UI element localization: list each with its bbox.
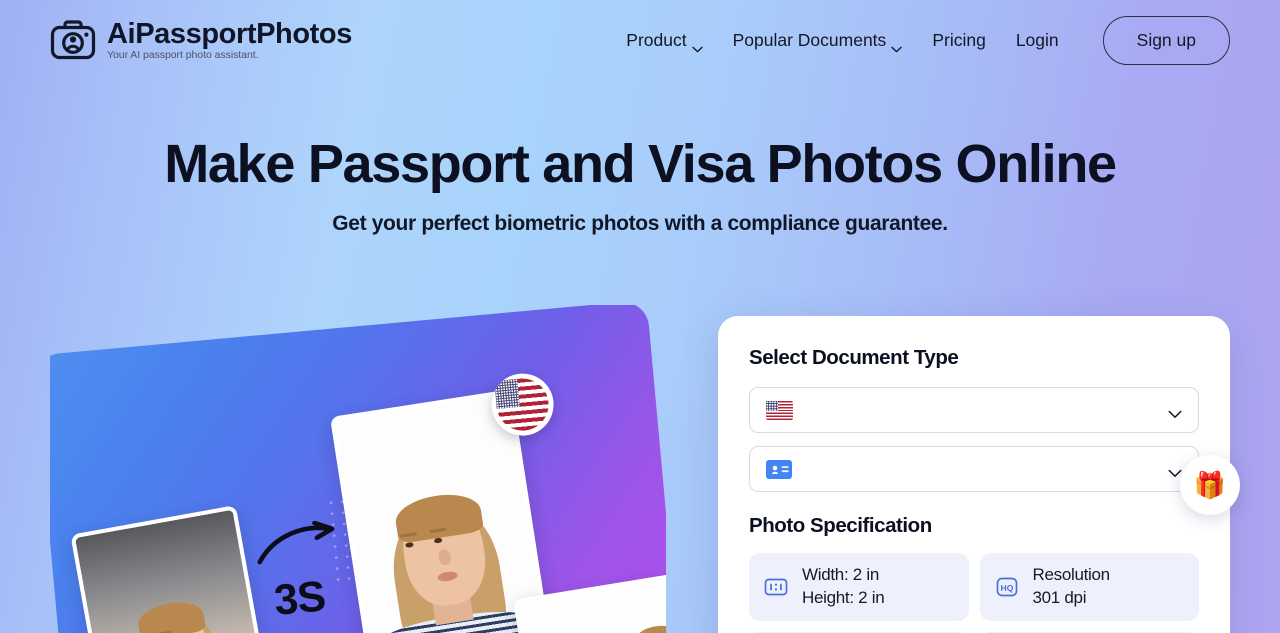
nav-item-product[interactable]: Product [626,29,703,52]
brand-logo[interactable]: AiPassportPhotos Your AI passport photo … [50,18,352,62]
nav-item-pricing[interactable]: Pricing [932,30,986,51]
spec-height-value: Height: 2 in [802,588,885,607]
camera-person-icon [50,18,96,62]
chevron-down-icon [1168,465,1182,477]
svg-text:HQ: HQ [1000,583,1013,593]
curved-arrow-icon [254,519,344,574]
nav-item-popular-documents[interactable]: Popular Documents [732,29,903,52]
main-nav: Product Popular Documents Pricing Login … [626,15,1230,65]
gift-icon[interactable]: 🎁 [1180,455,1240,515]
sign-up-button[interactable]: Sign up [1102,15,1230,65]
nav-label-popular-documents: Popular Documents [732,29,887,50]
spec-resolution-value: 301 dpi [1032,588,1087,607]
document-type-select[interactable] [749,446,1199,492]
brand-name: AiPassportPhotos [107,17,352,50]
nav-label-login: Login [1015,29,1059,50]
nav-label-product: Product [626,29,687,50]
hero-illustration: 3S [50,305,666,633]
spec-width-value: Width: 2 in [802,565,880,585]
country-select[interactable] [749,387,1199,433]
hq-icon: HQ [994,574,1020,600]
id-card-icon [766,459,792,479]
chevron-down-icon [691,37,703,52]
photo-collage: 3S [50,305,666,633]
site-header: AiPassportPhotos Your AI passport photo … [0,0,1280,80]
nav-item-login[interactable]: Login [1016,30,1059,51]
spec-dimensions-text: Width: 2 in Height: 2 in [802,564,885,610]
chevron-down-icon [891,37,903,52]
spec-card-dimensions: Width: 2 in Height: 2 in [749,553,969,621]
speed-label: 3S [272,572,327,625]
photo-specification-title: Photo Specification [749,514,932,537]
spec-resolution-label: Resolution [1032,565,1111,585]
nav-label-pricing: Pricing [932,29,986,50]
illustration-backdrop: 3S [50,305,666,633]
dimensions-icon [763,574,789,600]
us-flag-icon [766,400,793,420]
spec-card-resolution: HQ Resolution 301 dpi [979,553,1199,621]
page-title: Make Passport and Visa Photos Online [164,134,1117,194]
before-photo-card [70,505,275,633]
brand-tagline: Your AI passport photo assistant. [107,48,259,61]
hero-subtitle: Get your perfect biometric photos with a… [332,212,948,236]
spec-resolution-text: Resolution 301 dpi [1032,564,1111,610]
hero-section: Make Passport and Visa Photos Online Get… [0,133,1280,236]
document-selector-card: Select Document Type Photo Specification [718,316,1230,633]
photo-specification-grid: Width: 2 in Height: 2 in HQ Resolution 3… [749,553,1199,633]
chevron-down-icon [1168,406,1182,418]
select-document-type-title: Select Document Type [749,346,959,369]
